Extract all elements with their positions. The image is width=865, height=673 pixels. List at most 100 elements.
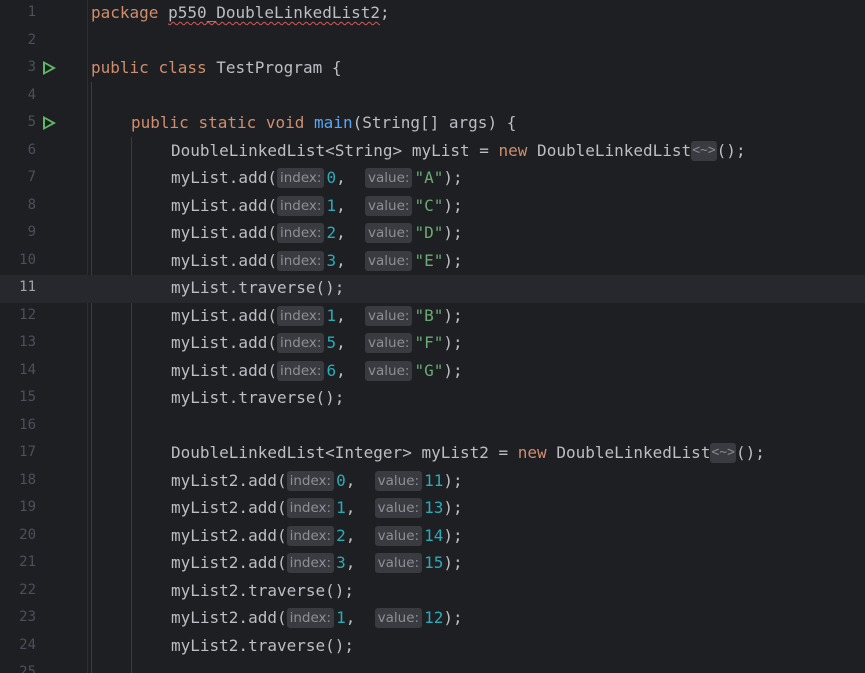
line-number: 23 xyxy=(19,609,36,625)
run-gutter-icon[interactable] xyxy=(43,61,56,75)
method-call: myList2.add( xyxy=(171,608,287,627)
call-close: ); xyxy=(443,223,463,242)
string-value: "E" xyxy=(414,250,444,270)
code-line[interactable]: 10 myList.add(index: 3, value: "E"); xyxy=(0,248,865,276)
code-line[interactable]: 5 public static void main(String[] args) … xyxy=(0,110,865,138)
semicolon: ; xyxy=(380,3,390,22)
code-editor[interactable]: 1 package p550_DoubleLinkedList2; 2 3 public… xyxy=(0,0,865,673)
index-param-hint: index: xyxy=(276,250,325,271)
method-call: myList.add( xyxy=(171,360,277,380)
code-text: myList.add(index: 6, value: "G"); xyxy=(171,360,463,381)
line-number: 2 xyxy=(27,31,36,48)
comma: , xyxy=(336,168,346,187)
code-line[interactable]: 15 myList.traverse(); xyxy=(0,385,865,413)
code-line[interactable]: 13 myList.add(index: 5, value: "F"); xyxy=(0,330,865,358)
code-text: myList.add(index: 1, value: "C"); xyxy=(171,195,463,216)
line-number: 8 xyxy=(27,196,36,213)
code-line[interactable]: 9 myList.add(index: 2, value: "D"); xyxy=(0,220,865,248)
code-text: myList.add(index: 3, value: "E"); xyxy=(171,250,463,271)
keyword: public xyxy=(131,113,189,132)
method-call: myList.traverse(); xyxy=(171,278,345,297)
index-value: 6 xyxy=(326,360,337,380)
code-line[interactable]: 25 xyxy=(0,660,865,673)
method-call: myList.add( xyxy=(171,168,277,187)
call-close: ); xyxy=(443,168,463,187)
code-text: myList.traverse(); xyxy=(171,388,344,408)
number-value: 12 xyxy=(424,608,444,627)
line-number: 22 xyxy=(19,581,36,598)
value-param-hint: value: xyxy=(374,608,423,628)
string-value: "D" xyxy=(414,223,444,242)
code-text: myList.add(index: 5, value: "F"); xyxy=(171,333,463,353)
code-line[interactable]: 4 xyxy=(0,83,865,111)
code-line[interactable]: 14 myList.add(index: 6, value: "G"); xyxy=(0,358,865,386)
line-number: 1 xyxy=(27,4,36,20)
code-line[interactable]: 7 myList.add(index: 0, value: "A"); xyxy=(0,165,865,193)
code-text: myList2.add(index: 2, value: 14); xyxy=(171,525,463,546)
comma: , xyxy=(336,360,346,380)
code-line[interactable]: 18 myList2.add(index: 0, value: 11); xyxy=(0,468,865,496)
call-close: ); xyxy=(443,498,463,517)
value-param-hint: value: xyxy=(365,305,413,326)
value-param-hint: value: xyxy=(374,525,423,546)
keyword: package xyxy=(91,3,159,22)
method-call: myList2.add( xyxy=(171,470,287,490)
brace: { xyxy=(331,58,342,77)
diamond-hint: <~> xyxy=(710,443,736,463)
line-number: 12 xyxy=(19,306,36,323)
comma: , xyxy=(345,525,356,545)
line-number: 19 xyxy=(19,499,36,515)
code-line[interactable]: 6 DoubleLinkedList<String> myList = new D… xyxy=(0,138,865,166)
code-line[interactable]: 3 public class TestProgram { xyxy=(0,55,865,83)
code-line[interactable]: 12 myList.add(index: 1, value: "B"); xyxy=(0,303,865,331)
comma: , xyxy=(345,608,356,627)
code-line[interactable]: 2 xyxy=(0,28,865,56)
index-value: 0 xyxy=(326,168,337,187)
code-line[interactable]: 21 myList2.add(index: 3, value: 15); xyxy=(0,550,865,578)
code-line[interactable]: 16 xyxy=(0,413,865,441)
code-line[interactable]: 11 myList.traverse(); xyxy=(0,275,865,303)
number-value: 13 xyxy=(424,498,444,517)
call-close: ); xyxy=(443,195,463,215)
code-text: public static void main(String[] args) { xyxy=(131,113,516,133)
value-param-hint: value: xyxy=(365,195,413,216)
code-line[interactable]: 19 myList2.add(index: 1, value: 13); xyxy=(0,495,865,523)
string-value: "G" xyxy=(414,360,444,380)
code-text: public class TestProgram { xyxy=(91,58,342,78)
keyword: new xyxy=(498,140,528,160)
code-line[interactable]: 24 myList2.traverse(); xyxy=(0,633,865,661)
string-value: "B" xyxy=(414,305,444,325)
code-text: myList.add(index: 1, value: "B"); xyxy=(171,305,463,326)
code-line[interactable]: 8 myList.add(index: 1, value: "C"); xyxy=(0,193,865,221)
string-value: "A" xyxy=(414,168,444,187)
string-value: "C" xyxy=(414,195,444,215)
code-line[interactable]: 20 myList2.add(index: 2, value: 14); xyxy=(0,523,865,551)
line-number: 24 xyxy=(19,636,36,653)
code-line[interactable]: 23 myList2.add(index: 1, value: 12); xyxy=(0,605,865,633)
code-line[interactable]: 1 package p550_DoubleLinkedList2; xyxy=(0,0,865,28)
index-param-hint: index: xyxy=(276,223,325,243)
line-number: 10 xyxy=(19,251,36,268)
code-line[interactable]: 17 DoubleLinkedList<Integer> myList2 = ne… xyxy=(0,440,865,468)
method-call: myList2.add( xyxy=(171,498,287,517)
run-gutter-icon[interactable] xyxy=(43,116,56,130)
method-call: myList2.traverse(); xyxy=(171,580,355,600)
call-close: ); xyxy=(443,360,463,380)
method-call: myList.add( xyxy=(171,333,277,352)
code-line[interactable]: 22 myList2.traverse(); xyxy=(0,578,865,606)
comma: , xyxy=(336,305,346,325)
keyword: static xyxy=(198,113,257,132)
value-param-hint: value: xyxy=(365,223,413,243)
call-close: (); xyxy=(735,443,765,462)
value-param-hint: value: xyxy=(374,498,423,518)
